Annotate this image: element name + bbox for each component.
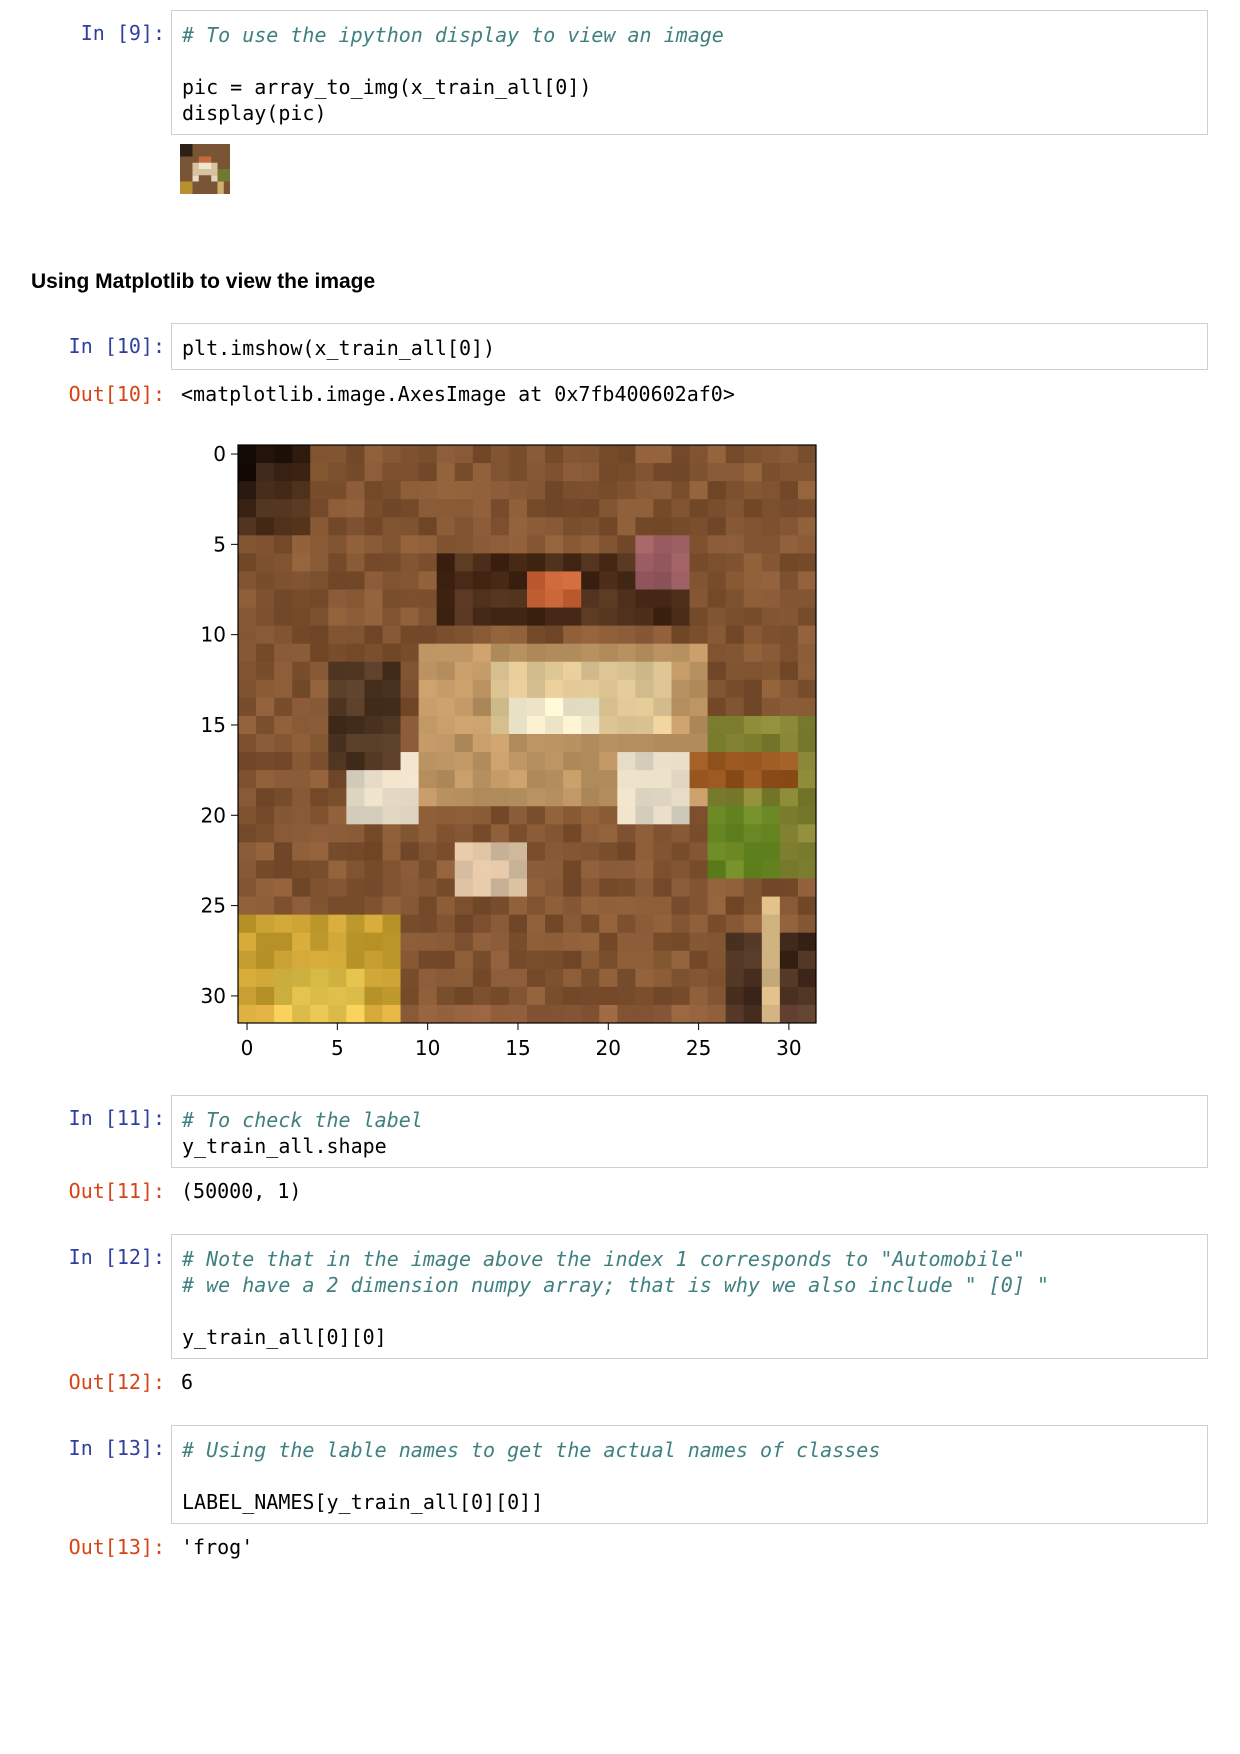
code-line: display(pic)	[182, 101, 327, 125]
markdown-heading: Using Matplotlib to view the image	[31, 270, 376, 293]
x-tick-label: 20	[596, 1036, 621, 1060]
output-text-11: (50000, 1)	[181, 1179, 302, 1203]
code-comment: # To use the ipython display to view an …	[182, 23, 724, 47]
x-tick-label: 25	[686, 1036, 711, 1060]
code-comment: # To check the label	[182, 1108, 423, 1132]
output-text-13: 'frog'	[181, 1535, 254, 1559]
code-cell-11[interactable]: # To check the label y_train_all.shape	[171, 1095, 1208, 1168]
code-cell-12[interactable]: # Note that in the image above the index…	[171, 1234, 1208, 1359]
in-prompt-9: In [9]:	[80, 21, 165, 45]
y-tick-label: 30	[201, 984, 226, 1008]
in-prompt-12: In [12]:	[68, 1245, 165, 1269]
code-comment: # Using the lable names to get the actua…	[182, 1438, 881, 1462]
output-text-10: <matplotlib.image.AxesImage at 0x7fb4006…	[181, 382, 735, 406]
code-line: LABEL_NAMES[y_train_all[0][0]]	[182, 1490, 544, 1514]
imshow-plot: 0 5 10 15 20 25 30 0 5 10 15 20 25 30	[201, 442, 817, 1060]
code-cell-13[interactable]: # Using the lable names to get the actua…	[171, 1425, 1208, 1524]
y-tick-label: 20	[201, 803, 226, 827]
in-prompt-10: In [10]:	[68, 334, 165, 358]
x-tick-label: 0	[241, 1036, 254, 1060]
y-tick-label: 5	[213, 532, 226, 556]
pixel-image	[238, 445, 817, 1024]
out-prompt-10: Out[10]:	[68, 382, 165, 406]
code-line: y_train_all.shape	[182, 1134, 387, 1158]
y-tick-label: 10	[201, 623, 226, 647]
code-line: plt.imshow(x_train_all[0])	[182, 336, 496, 360]
y-tick-label: 25	[201, 894, 226, 918]
y-tick-label: 0	[213, 442, 226, 466]
code-line: y_train_all[0][0]	[182, 1325, 387, 1349]
y-tick-label: 15	[201, 713, 226, 737]
output-text-12: 6	[181, 1370, 194, 1394]
code-cell-10[interactable]: plt.imshow(x_train_all[0])	[171, 323, 1208, 370]
code-comment: # Note that in the image above the index…	[182, 1247, 1025, 1271]
out-prompt-12: Out[12]:	[68, 1370, 165, 1394]
code-comment: # we have a 2 dimension numpy array; tha…	[182, 1273, 1049, 1297]
in-prompt-11: In [11]:	[68, 1106, 165, 1130]
out-prompt-11: Out[11]:	[68, 1179, 165, 1203]
code-line: pic = array_to_img(x_train_all[0])	[182, 75, 592, 99]
x-tick-label: 5	[331, 1036, 344, 1060]
x-tick-label: 10	[415, 1036, 440, 1060]
out-prompt-13: Out[13]:	[68, 1535, 165, 1559]
x-tick-label: 15	[505, 1036, 530, 1060]
code-cell-9[interactable]: # To use the ipython display to view an …	[171, 10, 1208, 135]
x-tick-label: 30	[776, 1036, 801, 1060]
frog-thumbnail-image	[180, 144, 230, 194]
in-prompt-13: In [13]:	[68, 1436, 165, 1460]
